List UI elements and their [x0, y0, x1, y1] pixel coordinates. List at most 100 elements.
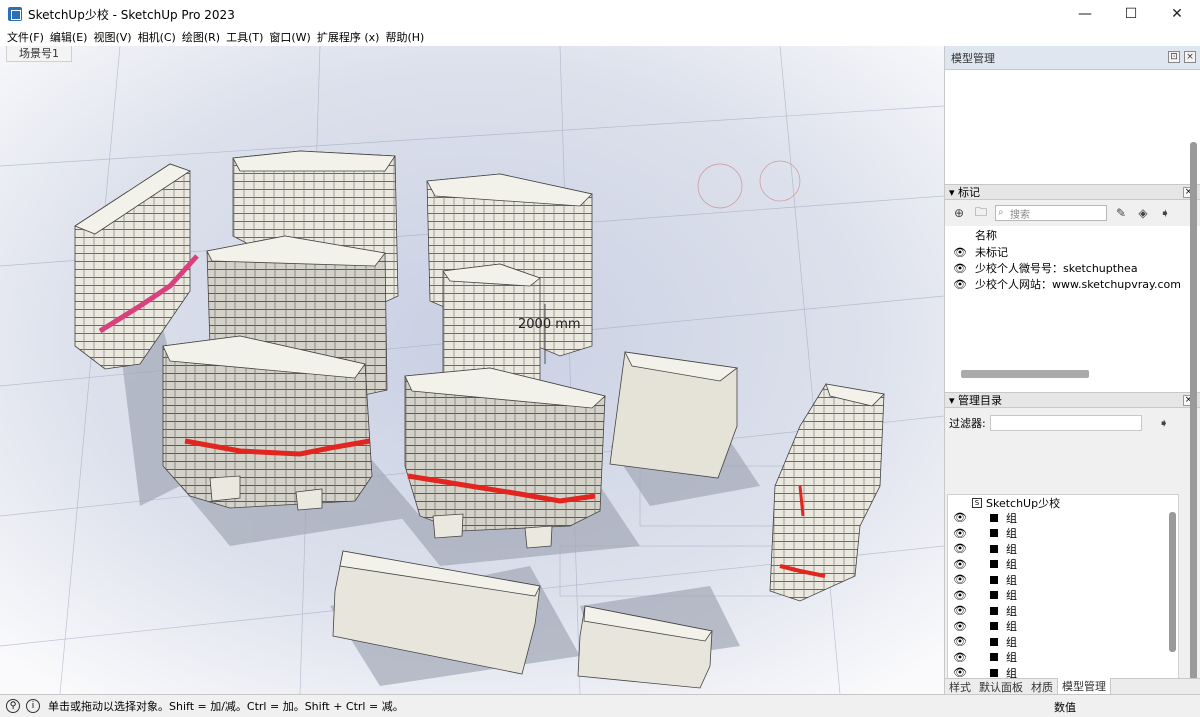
eye-icon[interactable]: 👁 [948, 527, 972, 540]
outliner-group-row[interactable]: 👁 组 [948, 526, 1178, 542]
tags-section-header[interactable]: ▾ 标记 × [945, 184, 1200, 200]
search-icon: ⌕ [998, 207, 1004, 218]
tags-section-title: 标记 [958, 186, 981, 199]
eye-icon[interactable]: 👁 [948, 635, 972, 648]
scene-render: 2000 mm [0, 46, 944, 694]
pin-icon[interactable]: ⊡ [1168, 51, 1180, 63]
tab-model-management[interactable]: 模型管理 [1057, 678, 1111, 695]
group-icon [990, 668, 998, 677]
outliner-root[interactable]: S SketchUp少校 [948, 495, 1178, 510]
eye-icon[interactable]: 👁 [948, 542, 972, 555]
group-icon [990, 653, 998, 662]
tray-header: 模型管理 ⊡ × [945, 46, 1200, 70]
outliner-group-row[interactable]: 👁 组 [948, 634, 1178, 650]
eye-icon[interactable]: 👁 [948, 573, 972, 586]
tag-row[interactable]: 👁 未标记 [945, 244, 1200, 260]
tray-title: 模型管理 [951, 51, 995, 65]
outliner-section-header[interactable]: ▾ 管理目录 × [945, 392, 1200, 408]
eye-icon[interactable]: 👁 [948, 651, 972, 664]
group-icon [990, 529, 998, 538]
menu-tools[interactable]: 工具(T) [223, 29, 266, 45]
group-label: 组 [1006, 604, 1017, 618]
geo-location-icon[interactable]: ⚲ [6, 699, 20, 713]
collapse-triangle-icon: ▾ [949, 185, 959, 199]
group-label: 组 [1006, 573, 1017, 587]
filter-label: 过滤器: [949, 417, 986, 430]
horizontal-scrollbar[interactable] [961, 370, 1089, 378]
outliner-filter-row: 过滤器: ➧ [945, 408, 1200, 438]
add-tag-icon[interactable]: ⊕ [951, 205, 967, 221]
info-icon[interactable]: i [26, 699, 40, 713]
model-viewport[interactable]: 2000 mm 场景号1 [0, 46, 944, 694]
tray-tabs: 样式 默认面板 材质 模型管理 [945, 678, 1200, 695]
outliner-scrollbar[interactable] [1169, 512, 1176, 652]
menu-file[interactable]: 文件(F) [4, 29, 47, 45]
dimension-label: 2000 mm [518, 317, 581, 332]
collapse-triangle-icon: ▾ [949, 393, 959, 407]
group-label: 组 [1006, 620, 1017, 634]
tags-list: 名称 👁 未标记 👁 少校个人微号号：sketchupthea 👁 少校个人网站… [945, 226, 1200, 392]
group-icon [990, 544, 998, 553]
title-bar: SketchUp少校 - SketchUp Pro 2023 — ☐ ✕ [0, 0, 1200, 28]
eye-icon[interactable]: 👁 [948, 511, 972, 524]
group-label: 组 [1006, 558, 1017, 572]
outliner-group-row[interactable]: 👁 组 [948, 541, 1178, 557]
default-tray: 模型管理 ⊡ × ▾ 标记 × ⊕ 🗀 ⌕ 搜索 ✎ ◈ ➧ 名称 👁 未标记 … [944, 46, 1200, 695]
eye-icon[interactable]: 👁 [945, 262, 975, 275]
outliner-group-row[interactable]: 👁 组 [948, 650, 1178, 666]
eye-icon[interactable]: 👁 [948, 604, 972, 617]
scene-tab[interactable]: 场景号1 [6, 46, 72, 62]
tag-row[interactable]: 👁 少校个人网站：www.sketchupvray.com [945, 276, 1200, 292]
menu-help[interactable]: 帮助(H) [382, 29, 427, 45]
model-icon: S [972, 497, 982, 508]
sketchup-logo-icon [8, 7, 22, 21]
eye-icon[interactable]: 👁 [948, 620, 972, 633]
outliner-group-row[interactable]: 👁 组 [948, 603, 1178, 619]
menu-edit[interactable]: 编辑(E) [47, 29, 91, 45]
menu-view[interactable]: 视图(V) [90, 29, 134, 45]
measurements-label: 数值 [1054, 701, 1076, 714]
group-icon [990, 622, 998, 631]
menu-draw[interactable]: 绘图(R) [179, 29, 223, 45]
status-message: 单击或拖动以选择对象。Shift = 加/减。Ctrl = 加。Shift + … [48, 700, 404, 713]
outliner-group-row[interactable]: 👁 组 [948, 619, 1178, 635]
close-icon[interactable]: × [1184, 51, 1196, 63]
tag-tool-icon[interactable]: ✎ [1113, 205, 1129, 221]
add-folder-icon[interactable]: 🗀 [973, 205, 989, 221]
outliner-root-label: SketchUp少校 [986, 496, 1061, 510]
maximize-button[interactable]: ☐ [1108, 0, 1154, 28]
tray-blank-area [945, 70, 1200, 184]
outliner-group-row[interactable]: 👁 组 [948, 557, 1178, 573]
tag-row[interactable]: 👁 少校个人微号号：sketchupthea [945, 260, 1200, 276]
menu-camera[interactable]: 相机(C) [135, 29, 179, 45]
outliner-group-row[interactable]: 👁 组 [948, 510, 1178, 526]
eye-icon[interactable]: 👁 [948, 589, 972, 602]
tag-search-input[interactable]: ⌕ 搜索 [995, 205, 1107, 221]
eye-icon[interactable]: 👁 [948, 558, 972, 571]
close-button[interactable]: ✕ [1154, 0, 1200, 28]
tags-column-name: 名称 [945, 226, 1200, 244]
eye-icon[interactable]: 👁 [945, 278, 975, 291]
details-arrow-icon[interactable]: ➧ [1157, 205, 1173, 221]
details-arrow-icon[interactable]: ➧ [1156, 415, 1172, 431]
eye-icon[interactable]: 👁 [945, 246, 975, 259]
tab-default-tray[interactable]: 默认面板 [975, 679, 1027, 695]
menu-window[interactable]: 窗口(W) [266, 29, 313, 45]
tag-name: 少校个人微号号：sketchupthea [975, 262, 1138, 275]
outliner-section-title: 管理目录 [958, 394, 1003, 407]
group-icon [990, 606, 998, 615]
search-placeholder: 搜索 [1010, 210, 1030, 221]
color-by-tag-icon[interactable]: ◈ [1135, 205, 1151, 221]
filter-input[interactable] [989, 415, 1142, 431]
outliner-group-row[interactable]: 👁 组 [948, 588, 1178, 604]
tab-styles[interactable]: 样式 [945, 679, 975, 695]
group-label: 组 [1006, 589, 1017, 603]
window-controls: — ☐ ✕ [1062, 0, 1200, 28]
tags-toolbar: ⊕ 🗀 ⌕ 搜索 ✎ ◈ ➧ [945, 200, 1200, 226]
tab-materials[interactable]: 材质 [1027, 679, 1057, 695]
group-label: 组 [1006, 527, 1017, 541]
outliner-group-row[interactable]: 👁 组 [948, 572, 1178, 588]
minimize-button[interactable]: — [1062, 0, 1108, 28]
menu-extensions[interactable]: 扩展程序 (x) [314, 29, 383, 45]
tray-scrollbar[interactable] [1190, 142, 1197, 680]
